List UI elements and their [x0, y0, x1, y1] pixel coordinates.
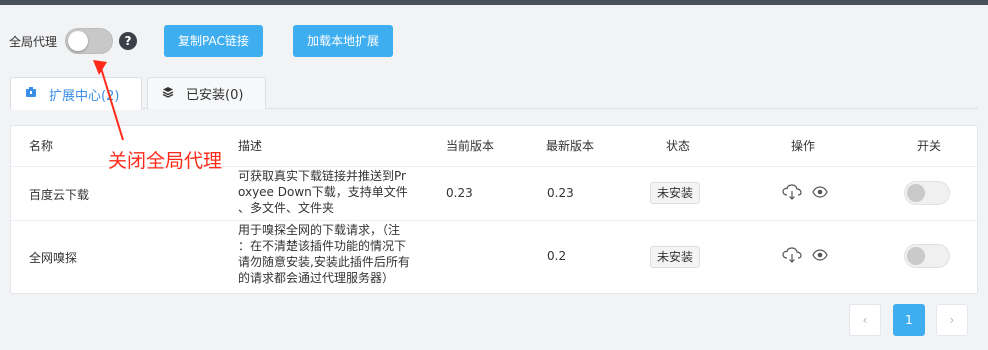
extension-description: 可获取真实下载链接并推送到Pr oxyee Down下载，支持单文件 、多文件、… — [238, 168, 416, 216]
header-actions: 操作 — [791, 139, 816, 153]
desc-line: 的请求都会通过代理服务器） — [238, 271, 395, 285]
next-page-button[interactable]: › — [936, 304, 968, 336]
switch-knob — [907, 247, 925, 265]
desc-line: oxyee Down下载，支持单文件 — [238, 185, 408, 199]
extension-name: 全网嗅探 — [29, 251, 78, 265]
desc-line: 可获取真实下载链接并推送到Pr — [238, 169, 406, 183]
cloud-download-icon[interactable] — [782, 247, 802, 266]
switch-knob — [907, 184, 925, 202]
desc-line: 、多文件、文件夹 — [238, 201, 335, 215]
tab-installed[interactable]: 已安装(0) — [147, 77, 266, 109]
row-divider — [11, 220, 977, 221]
extension-enable-switch[interactable] — [904, 244, 950, 268]
desc-line: 请勿随意安装,安装此插件后所有 — [238, 255, 410, 269]
extension-name: 百度云下载 — [29, 188, 90, 202]
tab-bar: 扩展中心(2) 已安装(0) — [10, 77, 978, 110]
header-current-version: 当前版本 — [446, 139, 495, 153]
header-description: 描述 — [238, 139, 263, 153]
cloud-download-icon[interactable] — [782, 184, 802, 203]
header-status: 状态 — [666, 139, 691, 153]
copy-pac-link-button[interactable]: 复制PAC链接 — [164, 25, 263, 57]
toolbar: 全局代理 ? — [9, 26, 138, 56]
latest-version: 0.23 — [547, 186, 574, 200]
prev-page-button[interactable]: ‹ — [849, 304, 881, 336]
eye-icon[interactable] — [812, 249, 828, 264]
row-actions — [782, 184, 828, 203]
desc-line: 用于嗅探全网的下载请求，（注 — [238, 223, 401, 237]
eye-icon[interactable] — [812, 186, 828, 201]
header-name: 名称 — [29, 139, 54, 153]
layers-icon — [162, 86, 174, 102]
tab-label: 已安装(0) — [186, 88, 244, 103]
status-badge: 未安装 — [650, 182, 701, 204]
tab-label: 扩展中心(2) — [49, 88, 120, 104]
help-icon[interactable]: ? — [119, 32, 138, 50]
annotation-label: 关闭全局代理 — [108, 150, 223, 172]
header-latest-version: 最新版本 — [546, 139, 595, 153]
global-proxy-label: 全局代理 — [9, 34, 58, 49]
desc-line: ：在不清楚该插件功能的情况下 — [238, 239, 407, 253]
current-version: 0.23 — [446, 186, 473, 200]
puzzle-icon — [25, 86, 37, 102]
latest-version: 0.2 — [547, 249, 567, 263]
top-bar — [0, 0, 988, 5]
global-proxy-switch[interactable] — [65, 28, 114, 54]
extension-enable-switch[interactable] — [904, 181, 950, 205]
extension-description: 用于嗅探全网的下载请求，（注 ：在不清楚该插件功能的情况下 请勿随意安装,安装此… — [238, 222, 416, 286]
row-actions — [782, 247, 828, 266]
tab-extension-center[interactable]: 扩展中心(2) — [10, 77, 142, 110]
switch-knob — [68, 31, 89, 51]
load-local-extension-button[interactable]: 加载本地扩展 — [293, 25, 394, 57]
status-badge: 未安装 — [650, 246, 701, 268]
page-button-current[interactable]: 1 — [893, 304, 925, 336]
header-switch: 开关 — [917, 139, 942, 153]
